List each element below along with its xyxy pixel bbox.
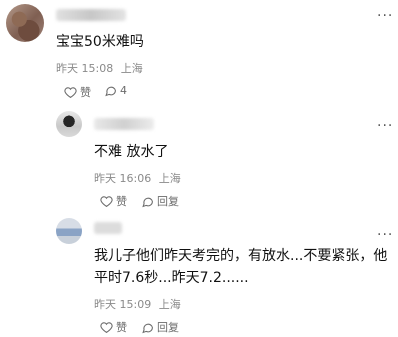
reply-username-blurred[interactable] bbox=[94, 118, 154, 130]
like-button[interactable]: 赞 bbox=[100, 193, 127, 209]
like-button[interactable]: 赞 bbox=[64, 84, 91, 100]
more-options-icon[interactable]: ··· bbox=[377, 227, 393, 243]
reply-location: 上海 bbox=[158, 298, 181, 311]
comment-bubble-icon bbox=[142, 197, 153, 207]
like-label: 赞 bbox=[80, 86, 91, 99]
comment-location: 上海 bbox=[120, 62, 143, 75]
reply-text-line: 平时7.6秒...昨天7.2...... bbox=[94, 270, 249, 286]
more-options-icon[interactable]: ··· bbox=[377, 8, 393, 24]
reply-button[interactable]: 4 bbox=[104, 84, 127, 97]
comment-meta: 昨天 15:08 上海 bbox=[56, 60, 143, 76]
reply-location: 上海 bbox=[158, 172, 181, 185]
reply-username-blurred[interactable] bbox=[94, 222, 122, 234]
avatar[interactable] bbox=[6, 4, 44, 42]
reply-avatar[interactable] bbox=[56, 111, 82, 137]
reply-button[interactable]: 回复 bbox=[141, 319, 179, 335]
reply-text: 我儿子他们昨天考完的，有放水...不要紧张，他 平时7.6秒...昨天7.2..… bbox=[94, 245, 394, 289]
more-options-icon[interactable]: ··· bbox=[377, 118, 393, 134]
reply-meta: 昨天 15:09 上海 bbox=[94, 296, 181, 312]
reply-avatar[interactable] bbox=[56, 218, 82, 244]
heart-icon bbox=[64, 86, 77, 98]
username-blurred[interactable] bbox=[56, 9, 126, 21]
comment-time: 昨天 15:08 bbox=[56, 62, 114, 75]
reply-button[interactable]: 回复 bbox=[141, 193, 179, 209]
reply-text-line: 我儿子他们昨天考完的，有放水...不要紧张，他 bbox=[94, 248, 388, 264]
like-button[interactable]: 赞 bbox=[100, 319, 127, 335]
reply-label: 回复 bbox=[157, 195, 179, 208]
heart-icon bbox=[100, 321, 113, 333]
reply-time: 昨天 15:09 bbox=[94, 298, 152, 311]
reply-label: 回复 bbox=[157, 321, 179, 334]
reply-text: 不难 放水了 bbox=[94, 144, 169, 160]
reply-count: 4 bbox=[120, 84, 127, 97]
like-label: 赞 bbox=[116, 321, 127, 334]
comment-bubble-icon bbox=[105, 86, 116, 97]
like-label: 赞 bbox=[116, 195, 127, 208]
comment-bubble-icon bbox=[142, 323, 153, 333]
reply-meta: 昨天 16:06 上海 bbox=[94, 170, 181, 186]
heart-icon bbox=[100, 195, 113, 207]
reply-time: 昨天 16:06 bbox=[94, 172, 152, 185]
comment-text: 宝宝50米难吗 bbox=[56, 34, 144, 50]
